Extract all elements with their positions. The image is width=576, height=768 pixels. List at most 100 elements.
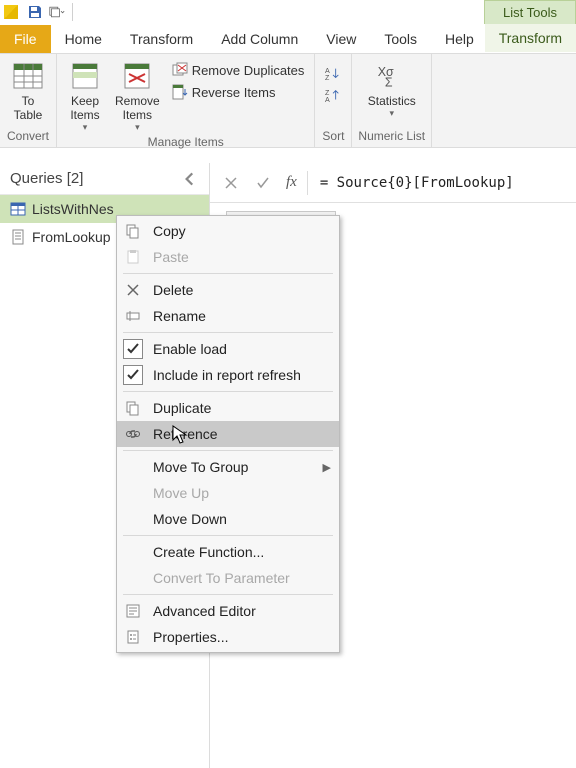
query-item-label: FromLookup [32,229,111,245]
blank-icon [123,568,143,588]
ribbon-group-numeric-list: XσΣ Statistics ▾ Numeric List [352,54,432,147]
paste-icon [123,247,143,267]
tab-transform[interactable]: Transform [116,25,207,53]
qat-separator [72,3,73,21]
queries-header-label: Queries [2] [10,170,83,187]
cm-separator [123,535,333,536]
svg-text:A: A [325,96,330,104]
ribbon-group-convert: To Table Convert [0,54,57,147]
cm-properties[interactable]: Properties... [117,624,339,650]
cm-separator [123,332,333,333]
tab-add-column[interactable]: Add Column [207,25,312,53]
blank-icon [123,483,143,503]
cm-paste: Paste [117,244,339,270]
remove-duplicates-button[interactable]: Remove Duplicates [168,60,309,80]
cm-move-to-group-label: Move To Group [153,459,248,475]
remove-items-button[interactable]: Remove Items ▾ [109,58,166,135]
cm-delete[interactable]: Delete [117,277,339,303]
statistics-label: Statistics [368,94,416,108]
cm-delete-label: Delete [153,282,193,298]
reverse-items-label: Reverse Items [192,85,276,100]
duplicate-icon [123,398,143,418]
statistics-button[interactable]: XσΣ Statistics ▾ [362,58,422,121]
app-logo-icon [4,5,18,19]
cm-reference-label: Reference [153,426,218,442]
cm-rename[interactable]: Rename [117,303,339,329]
cm-move-up: Move Up [117,480,339,506]
reference-icon [123,424,143,444]
group-label-convert: Convert [7,129,49,145]
cm-duplicate-label: Duplicate [153,400,211,416]
blank-icon [123,542,143,562]
checkbox-checked-icon [123,339,143,359]
tab-home[interactable]: Home [51,25,116,53]
cm-advanced-editor-label: Advanced Editor [153,603,256,619]
cm-copy[interactable]: Copy [117,218,339,244]
formula-input[interactable] [314,171,576,195]
to-table-button[interactable]: To Table [6,58,50,124]
tab-file[interactable]: File [0,25,51,53]
tab-tools[interactable]: Tools [370,25,431,53]
formula-bar: fx [210,163,576,203]
cm-enable-load[interactable]: Enable load [117,336,339,362]
cm-move-down[interactable]: Move Down [117,506,339,532]
save-icon[interactable] [24,1,46,23]
tab-view[interactable]: View [312,25,370,53]
cm-separator [123,273,333,274]
copy-icon [123,221,143,241]
cm-rename-label: Rename [153,308,206,324]
keep-items-label: Keep Items [70,94,99,122]
queries-header: Queries [2] [0,163,209,195]
blank-icon [123,457,143,477]
cancel-formula-icon[interactable] [218,170,244,196]
cm-create-function[interactable]: Create Function... [117,539,339,565]
undo-dropdown-icon[interactable] [46,1,68,23]
group-label-numeric: Numeric List [358,129,425,145]
advanced-editor-icon [123,601,143,621]
cm-create-function-label: Create Function... [153,544,264,560]
group-label-sort: Sort [322,129,344,145]
svg-text:Z: Z [325,74,330,82]
to-table-label: To Table [14,94,43,122]
cm-paste-label: Paste [153,249,189,265]
cm-separator [123,391,333,392]
cm-duplicate[interactable]: Duplicate [117,395,339,421]
ribbon: To Table Convert Keep Items ▾ Remove Ite… [0,53,576,148]
fx-icon[interactable]: fx [282,174,301,191]
properties-icon [123,627,143,647]
ribbon-group-manage-items: Keep Items ▾ Remove Items ▾ Remove Dupli… [57,54,315,147]
cm-properties-label: Properties... [153,629,228,645]
cm-copy-label: Copy [153,223,186,239]
contextual-tab-group-label: List Tools [484,0,576,24]
remove-duplicates-label: Remove Duplicates [192,63,305,78]
cm-reference[interactable]: Reference [117,421,339,447]
checkbox-checked-icon [123,365,143,385]
blank-icon [123,509,143,529]
group-label-manage: Manage Items [148,135,224,151]
submenu-arrow-icon: ▶ [323,461,331,474]
cm-separator [123,450,333,451]
query-item-label: ListsWithNes [32,201,114,217]
cm-advanced-editor[interactable]: Advanced Editor [117,598,339,624]
cm-include-refresh[interactable]: Include in report refresh [117,362,339,388]
sort-desc-button[interactable]: ZA [321,86,345,106]
commit-formula-icon[interactable] [250,170,276,196]
cm-move-up-label: Move Up [153,485,209,501]
cm-convert-parameter: Convert To Parameter [117,565,339,591]
reverse-items-button[interactable]: Reverse Items [168,82,309,102]
delete-icon [123,280,143,300]
collapse-pane-icon[interactable] [181,170,199,188]
query-context-menu: Copy Paste Delete Rename Enable load Inc… [116,215,340,653]
cm-separator [123,594,333,595]
cm-move-down-label: Move Down [153,511,227,527]
cm-move-to-group[interactable]: Move To Group ▶ [117,454,339,480]
ribbon-tabs: File Home Transform Add Column View Tool… [0,24,576,53]
rename-icon [123,306,143,326]
tab-help[interactable]: Help [431,25,488,53]
tab-transform-contextual[interactable]: Transform [485,24,576,52]
keep-items-button[interactable]: Keep Items ▾ [63,58,107,135]
ribbon-group-sort: AZ ZA Sort [315,54,352,147]
list-icon [10,229,26,245]
svg-text:Σ: Σ [385,76,393,90]
sort-asc-button[interactable]: AZ [321,64,345,84]
